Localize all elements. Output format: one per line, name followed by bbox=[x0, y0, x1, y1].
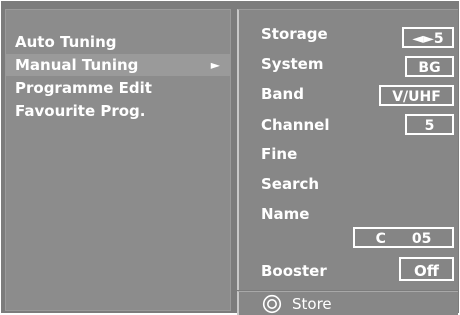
channel-label: Channel bbox=[261, 116, 330, 134]
name-number: 05 bbox=[411, 231, 432, 247]
menu-item-label: Programme Edit bbox=[15, 79, 152, 97]
storage-label: Storage bbox=[261, 25, 328, 43]
menu-item-label: Auto Tuning bbox=[15, 33, 117, 51]
main-menu-panel: Auto Tuning Manual Tuning ► Programme Ed… bbox=[5, 9, 231, 311]
booster-value-field[interactable]: Off bbox=[399, 257, 454, 281]
system-value-field[interactable]: BG bbox=[405, 56, 454, 77]
name-label: Name bbox=[261, 205, 310, 223]
storage-value-field[interactable]: ◄►5 bbox=[402, 27, 454, 48]
system-label: System bbox=[261, 55, 324, 73]
channel-value-field[interactable]: 5 bbox=[405, 114, 454, 135]
booster-label: Booster bbox=[261, 262, 327, 280]
band-value-field[interactable]: V/UHF bbox=[379, 85, 454, 106]
menu-item-favourite-prog[interactable]: Favourite Prog. bbox=[6, 100, 230, 122]
manual-tuning-panel: Storage ◄►5 System BG Band V/UHF Channel… bbox=[237, 9, 458, 290]
name-prefix: C bbox=[375, 231, 386, 247]
ok-circle-icon bbox=[262, 294, 282, 314]
search-label[interactable]: Search bbox=[261, 174, 319, 194]
menu-item-manual-tuning[interactable]: Manual Tuning ► bbox=[6, 54, 230, 76]
store-label[interactable]: Store bbox=[292, 293, 332, 315]
fine-label[interactable]: Fine bbox=[261, 144, 297, 164]
osd-frame: Auto Tuning Manual Tuning ► Programme Ed… bbox=[1, 1, 459, 315]
menu-item-programme-edit[interactable]: Programme Edit bbox=[6, 77, 230, 99]
name-value-field[interactable]: C 05 bbox=[353, 227, 454, 248]
band-label: Band bbox=[261, 85, 304, 103]
menu-item-label: Favourite Prog. bbox=[15, 102, 146, 120]
submenu-arrow-icon: ► bbox=[210, 58, 220, 72]
footer-bar: Store bbox=[237, 291, 458, 315]
menu-item-label: Manual Tuning bbox=[15, 56, 139, 74]
menu-item-auto-tuning[interactable]: Auto Tuning bbox=[6, 31, 230, 53]
